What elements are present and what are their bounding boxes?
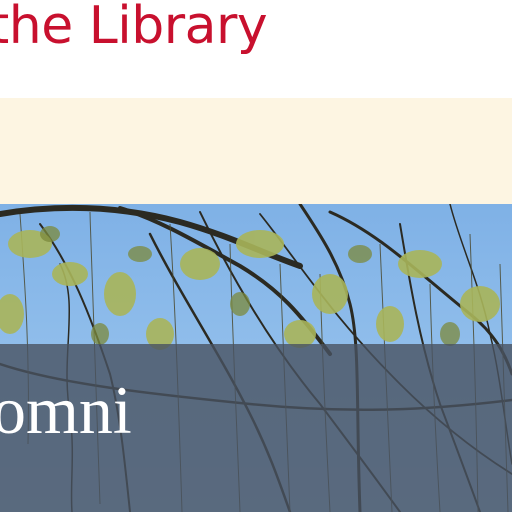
page-header: me to the Library: [0, 0, 512, 98]
welcome-title: me to the Library: [0, 0, 268, 56]
omni-search-logo[interactable]: omni: [0, 370, 132, 450]
notice-banner: [0, 98, 512, 204]
hero-image: omni: [0, 204, 512, 512]
library-home-page: me to the Library: [0, 0, 512, 512]
